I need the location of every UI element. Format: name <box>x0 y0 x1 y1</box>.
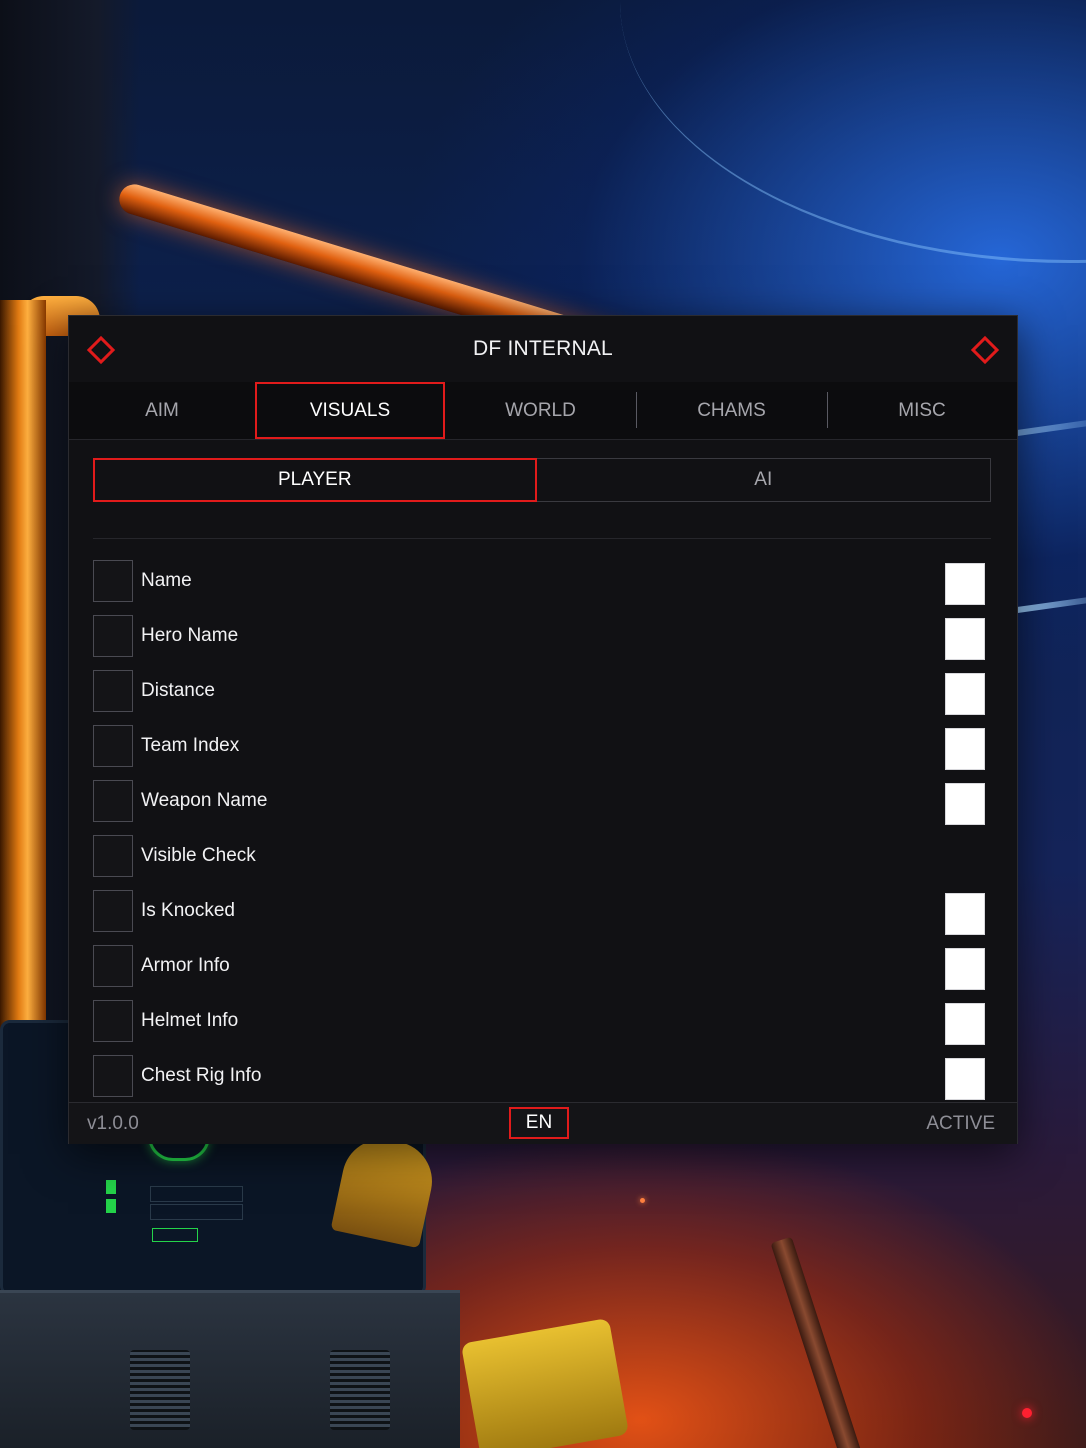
option-row-helmet-info: Helmet Info <box>93 1000 991 1055</box>
background-monitor-tag <box>106 1199 116 1213</box>
distance-color-picker[interactable] <box>945 673 985 715</box>
option-row-name: Name <box>93 560 991 615</box>
visible-check-checkbox[interactable] <box>93 835 133 877</box>
team-index-color-picker[interactable] <box>945 728 985 770</box>
status-label: ACTIVE <box>926 1113 995 1134</box>
option-row-visible-check: Visible Check <box>93 835 991 890</box>
option-label: Name <box>141 570 192 591</box>
option-row-armor-info: Armor Info <box>93 945 991 1000</box>
name-checkbox[interactable] <box>93 560 133 602</box>
option-row-distance: Distance <box>93 670 991 725</box>
name-color-picker[interactable] <box>945 563 985 605</box>
version-label: v1.0.0 <box>87 1113 139 1134</box>
tab-chams[interactable]: CHAMS <box>636 382 827 439</box>
option-label: Team Index <box>141 735 240 756</box>
background-monitor-tag <box>106 1180 116 1194</box>
window-title: DF INTERNAL <box>473 337 613 360</box>
title-bar[interactable]: DF INTERNAL <box>69 316 1017 382</box>
hero-name-checkbox[interactable] <box>93 615 133 657</box>
option-label: Armor Info <box>141 955 230 976</box>
main-tab-bar: AIM VISUALS WORLD CHAMS MISC <box>69 382 1017 440</box>
background-monitor-field <box>150 1186 243 1202</box>
option-label: Distance <box>141 680 215 701</box>
armor-info-color-picker[interactable] <box>945 948 985 990</box>
background-light-arc <box>620 0 1086 263</box>
option-row-team-index: Team Index <box>93 725 991 780</box>
option-label: Is Knocked <box>141 900 235 921</box>
is-knocked-checkbox[interactable] <box>93 890 133 932</box>
is-knocked-color-picker[interactable] <box>945 893 985 935</box>
option-list: Name Hero Name Distance Team Index Weapo… <box>93 560 991 1110</box>
team-index-checkbox[interactable] <box>93 725 133 767</box>
armor-info-checkbox[interactable] <box>93 945 133 987</box>
tab-separator <box>827 392 828 428</box>
section-divider <box>93 538 991 539</box>
sub-tab-bar: PLAYER AI <box>93 458 991 502</box>
tab-visuals[interactable]: VISUALS <box>255 382 445 439</box>
helmet-info-checkbox[interactable] <box>93 1000 133 1042</box>
background-pipe-vertical <box>0 300 46 1060</box>
option-label: Chest Rig Info <box>141 1065 262 1086</box>
menu-window: DF INTERNAL AIM VISUALS WORLD CHAMS MISC… <box>68 315 1018 1144</box>
background-machine <box>0 1290 460 1448</box>
weapon-name-checkbox[interactable] <box>93 780 133 822</box>
weapon-name-color-picker[interactable] <box>945 783 985 825</box>
option-row-weapon-name: Weapon Name <box>93 780 991 835</box>
chest-rig-info-checkbox[interactable] <box>93 1055 133 1097</box>
background-grille <box>130 1350 190 1430</box>
background-grille <box>330 1350 390 1430</box>
option-label: Hero Name <box>141 625 239 646</box>
language-button[interactable]: EN <box>509 1107 569 1139</box>
option-row-hero-name: Hero Name <box>93 615 991 670</box>
tab-world[interactable]: WORLD <box>445 382 636 439</box>
tab-misc[interactable]: MISC <box>827 382 1017 439</box>
chest-rig-info-color-picker[interactable] <box>945 1058 985 1100</box>
background-spark <box>640 1198 645 1203</box>
background-yellow-device <box>460 1317 630 1448</box>
hero-name-color-picker[interactable] <box>945 618 985 660</box>
status-bar: v1.0.0 EN ACTIVE <box>69 1102 1017 1144</box>
background-monitor-button <box>152 1228 198 1242</box>
helmet-info-color-picker[interactable] <box>945 1003 985 1045</box>
subtab-ai[interactable]: AI <box>537 459 990 501</box>
background-red-light <box>1022 1408 1032 1418</box>
tab-separator <box>636 392 637 428</box>
background-rifle <box>770 1236 863 1448</box>
option-label: Weapon Name <box>141 790 268 811</box>
option-label: Visible Check <box>141 845 256 866</box>
distance-checkbox[interactable] <box>93 670 133 712</box>
tab-aim[interactable]: AIM <box>69 382 255 439</box>
option-row-is-knocked: Is Knocked <box>93 890 991 945</box>
background-monitor-field <box>150 1204 243 1220</box>
option-label: Helmet Info <box>141 1010 239 1031</box>
subtab-player[interactable]: PLAYER <box>93 458 537 502</box>
